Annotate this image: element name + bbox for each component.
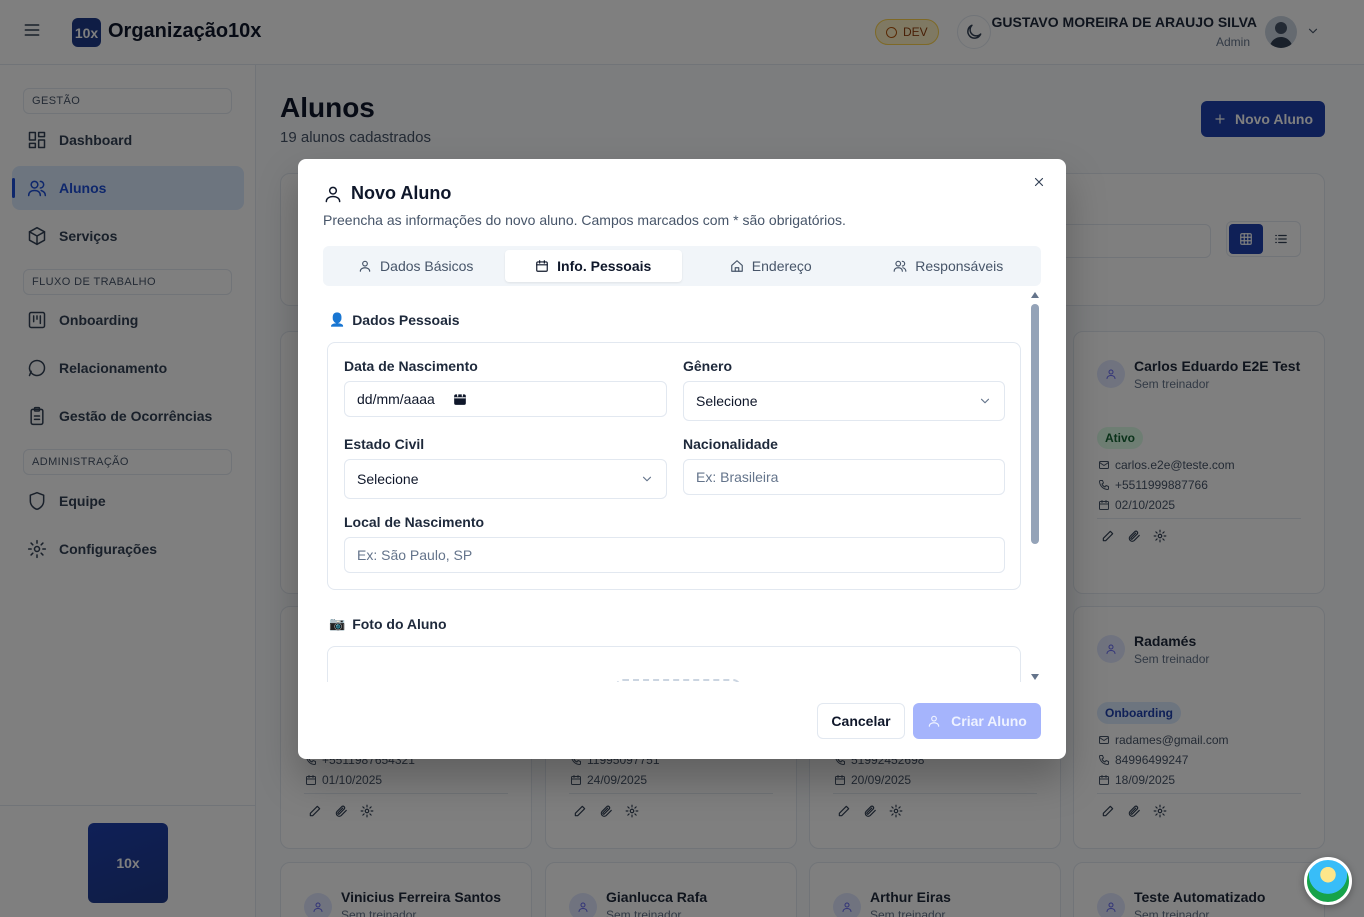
dialog-body: 👤 Dados Pessoais Data de Nascimento dd/m… <box>323 290 1041 682</box>
tab-label: Info. Pessoais <box>557 258 652 274</box>
scroll-up-icon[interactable] <box>1031 292 1039 298</box>
cancel-button[interactable]: Cancelar <box>817 703 905 739</box>
dialog-title-text: Novo Aluno <box>351 183 452 203</box>
birth-date-label: Data de Nascimento <box>344 358 478 374</box>
chevron-down-icon <box>642 476 652 482</box>
tab-dados-basicos[interactable]: Dados Básicos <box>327 250 505 282</box>
close-icon[interactable] <box>1032 175 1050 193</box>
personal-fieldset: Data de Nascimento dd/mm/aaaa Gênero Sel… <box>327 342 1021 590</box>
create-student-label: Criar Aluno <box>951 713 1027 729</box>
nationality-label: Nacionalidade <box>683 436 778 452</box>
home-icon <box>730 260 743 272</box>
user-icon <box>928 715 940 727</box>
camera-icon: 📷 <box>329 616 346 631</box>
birth-date-input[interactable]: dd/mm/aaaa <box>344 381 667 417</box>
users-icon <box>893 260 907 272</box>
calendar-icon[interactable] <box>453 392 467 406</box>
tab-label: Responsáveis <box>915 258 1004 274</box>
user-icon <box>359 260 371 272</box>
gender-label: Gênero <box>683 358 733 374</box>
birth-date-value: dd/mm/aaaa <box>357 391 435 407</box>
create-student-button[interactable]: Criar Aluno <box>913 703 1041 739</box>
new-student-dialog: Novo Aluno Preencha as informações do no… <box>298 159 1066 759</box>
birthplace-placeholder: Ex: São Paulo, SP <box>357 547 473 563</box>
tab-endereco[interactable]: Endereço <box>682 250 860 282</box>
section-foto: 📷 Foto do Aluno <box>329 616 447 632</box>
scroll-down-icon[interactable] <box>1031 674 1039 680</box>
marital-select[interactable]: Selecione <box>344 459 667 499</box>
scrollbar-thumb[interactable] <box>1031 304 1039 544</box>
gender-select[interactable]: Selecione <box>683 381 1005 421</box>
calendar-icon <box>536 260 549 272</box>
section-dados-pessoais: 👤 Dados Pessoais <box>329 312 460 328</box>
birthplace-label: Local de Nascimento <box>344 514 485 530</box>
dialog-footer: Cancelar Criar Aluno <box>298 681 1066 759</box>
dialog-description: Preencha as informações do novo aluno. C… <box>323 212 846 228</box>
bust-icon: 👤 <box>329 312 346 327</box>
nationality-input[interactable]: Ex: Brasileira <box>683 459 1005 495</box>
dialog-scrollbar[interactable] <box>1029 290 1041 682</box>
chevron-down-icon <box>980 398 990 404</box>
dialog-tabs: Dados Básicos Info. Pessoais Endereço Re… <box>323 246 1041 286</box>
user-icon <box>325 186 341 202</box>
birthplace-input[interactable]: Ex: São Paulo, SP <box>344 537 1005 573</box>
floating-assistant-avatar[interactable] <box>1304 857 1352 905</box>
marital-label: Estado Civil <box>344 436 425 452</box>
section-title: Dados Pessoais <box>352 312 460 328</box>
tab-label: Dados Básicos <box>380 258 474 274</box>
tab-info-pessoais[interactable]: Info. Pessoais <box>504 250 682 282</box>
gender-value: Selecione <box>696 393 758 409</box>
nationality-placeholder: Ex: Brasileira <box>696 469 779 485</box>
dialog-title: Novo Aluno <box>323 183 451 204</box>
photo-fieldset <box>327 646 1021 682</box>
section-title: Foto do Aluno <box>352 616 447 632</box>
marital-value: Selecione <box>357 471 419 487</box>
tab-label: Endereço <box>751 258 812 274</box>
tab-responsaveis[interactable]: Responsáveis <box>860 250 1038 282</box>
